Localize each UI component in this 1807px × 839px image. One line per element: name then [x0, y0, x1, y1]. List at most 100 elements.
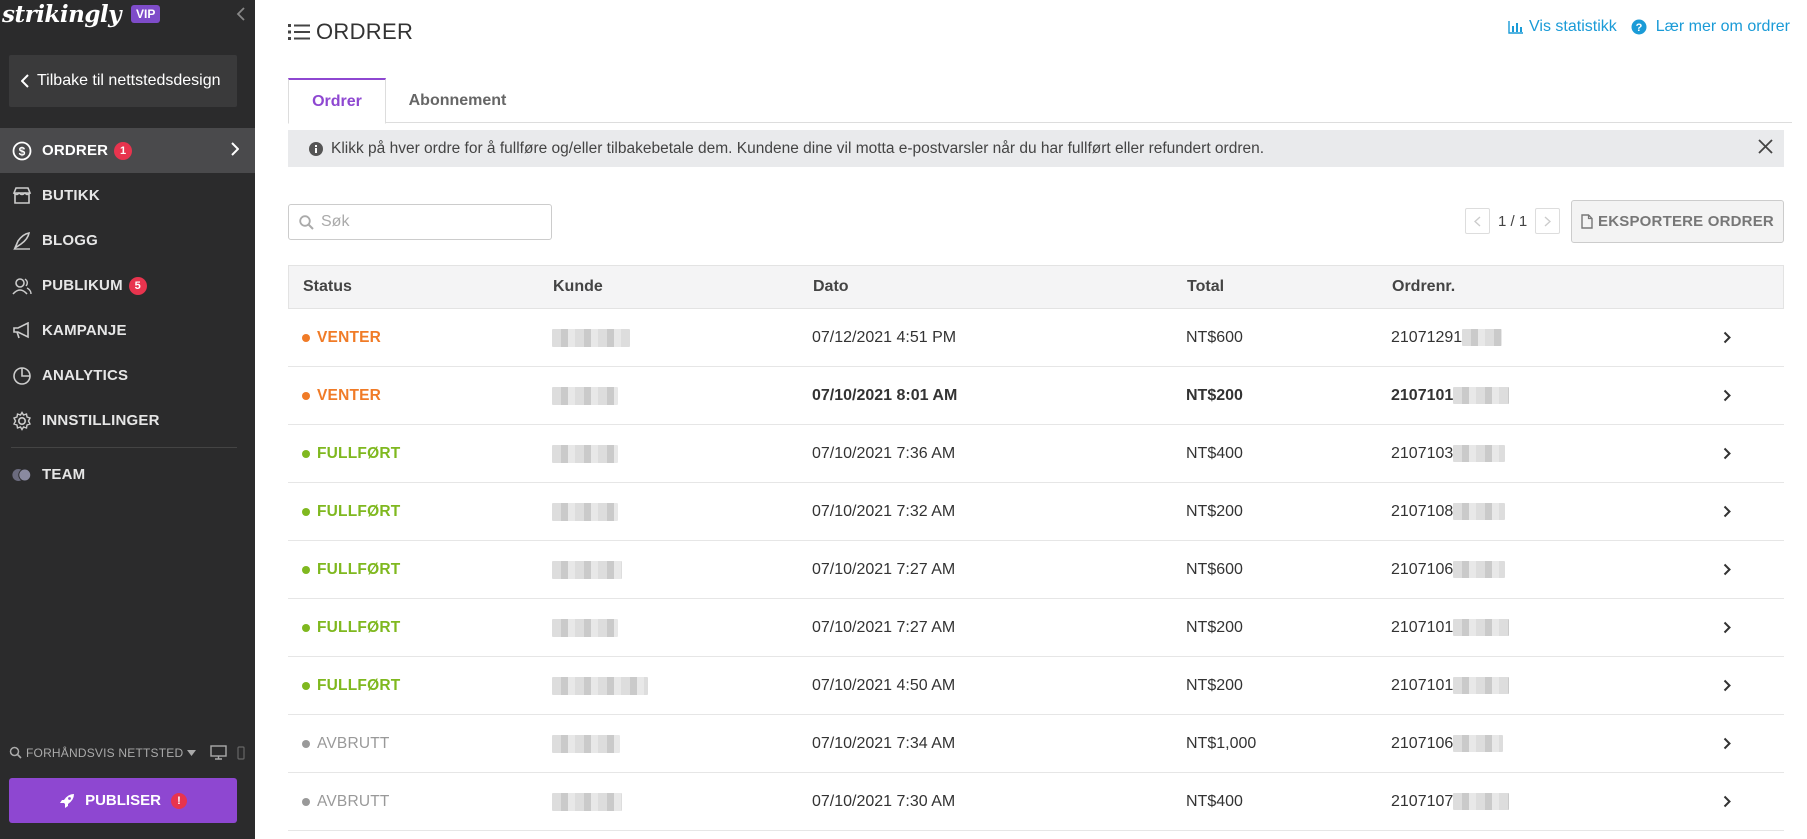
back-label: Tilbake til nettstedsdesign [37, 72, 221, 89]
sidebar-item-label: BLOGG [42, 232, 98, 249]
order-number-prefix: 2107107 [1391, 792, 1454, 810]
sidebar-item-ordrer[interactable]: $ ORDRER 1 [0, 128, 255, 173]
status-badge: FULLFØRT [302, 483, 400, 540]
table-row[interactable]: FULLFØRT 07/10/2021 7:27 AM NT$200 21071… [288, 599, 1784, 657]
order-number-prefix: 2107101 [1391, 618, 1454, 636]
team-avatars-icon [11, 464, 33, 486]
column-header-total[interactable]: Total [1187, 278, 1224, 296]
status-dot [302, 739, 310, 748]
learn-more-link[interactable]: ? Lær mer om ordrer [1631, 18, 1790, 36]
order-total: NT$600 [1186, 328, 1243, 346]
customer-name-redacted [552, 599, 618, 656]
sidebar-item-kampanje[interactable]: KAMPANJE [0, 308, 255, 353]
chevron-right-icon[interactable] [1723, 715, 1731, 772]
order-total: NT$1,000 [1186, 734, 1257, 752]
order-number-prefix: 2107103 [1391, 444, 1454, 462]
customer-name-redacted [552, 483, 618, 540]
close-banner-button[interactable] [1758, 139, 1773, 159]
list-icon [288, 23, 310, 41]
export-orders-button[interactable]: EKSPORTERE ORDRER [1571, 200, 1784, 243]
redacted-block [1462, 329, 1503, 346]
info-circle-icon [309, 141, 323, 156]
chevron-right-icon[interactable] [1723, 309, 1731, 366]
chevron-right-icon [1544, 215, 1552, 227]
redacted-block [1453, 793, 1510, 810]
orders-count-badge: 1 [114, 141, 133, 160]
chevron-right-icon[interactable] [1723, 599, 1731, 656]
chevron-right-icon[interactable] [1723, 367, 1731, 424]
status-badge: FULLFØRT [302, 599, 400, 656]
order-number: 2107101 [1391, 657, 1510, 714]
table-row[interactable]: VENTER 07/10/2021 8:01 AM NT$200 2107101 [288, 367, 1784, 425]
redacted-block [552, 792, 622, 811]
status-badge: VENTER [302, 309, 381, 366]
redacted-block [552, 444, 618, 463]
file-icon [1581, 214, 1593, 229]
order-number: 2107106 [1391, 715, 1504, 772]
orders-table: Status Kunde Dato Total Ordrenr. VENTER … [288, 265, 1784, 831]
search-input[interactable] [321, 213, 541, 231]
redacted-block [552, 560, 622, 579]
publish-alert-badge: ! [170, 792, 187, 809]
status-text: FULLFØRT [317, 618, 401, 636]
chevron-right-icon[interactable] [1723, 483, 1731, 540]
next-page-button[interactable] [1535, 208, 1561, 234]
publish-button[interactable]: PUBLISER ! [9, 778, 237, 823]
prev-page-button[interactable] [1465, 208, 1490, 234]
status-dot [302, 623, 310, 632]
sidebar-item-team[interactable]: TEAM [0, 452, 255, 497]
info-banner: Klikk på hver ordre for å fullføre og/el… [288, 130, 1784, 167]
back-to-design-button[interactable]: Tilbake til nettstedsdesign [9, 55, 237, 107]
sidebar-item-blogg[interactable]: BLOGG [0, 218, 255, 263]
status-dot [302, 333, 310, 342]
chevron-right-icon[interactable] [1723, 657, 1731, 714]
audience-count-badge: 5 [128, 276, 147, 295]
order-total: NT$200 [1186, 618, 1243, 636]
tab-abonnement[interactable]: Abonnement [386, 78, 529, 123]
column-header-date[interactable]: Dato [813, 278, 849, 296]
sidebar-item-innstillinger[interactable]: INNSTILLINGER [0, 398, 255, 443]
sidebar-item-publikum[interactable]: PUBLIKUM 5 [0, 263, 255, 308]
order-date: 07/10/2021 4:50 AM [812, 676, 956, 694]
status-badge: FULLFØRT [302, 425, 400, 482]
order-number-prefix: 2107106 [1391, 734, 1454, 752]
table-row[interactable]: FULLFØRT 07/10/2021 7:36 AM NT$400 21071… [288, 425, 1784, 483]
table-row[interactable]: AVBRUTT 07/10/2021 7:34 AM NT$1,000 2107… [288, 715, 1784, 773]
order-date: 07/12/2021 4:51 PM [812, 328, 957, 346]
table-row[interactable]: FULLFØRT 07/10/2021 4:50 AM NT$200 21071… [288, 657, 1784, 715]
view-statistics-link[interactable]: Vis statistikk [1508, 18, 1617, 36]
mobile-icon[interactable] [237, 745, 245, 760]
collapse-sidebar-button[interactable] [236, 6, 250, 24]
order-total: NT$200 [1186, 502, 1243, 520]
status-badge: FULLFØRT [302, 657, 400, 714]
chevron-right-icon[interactable] [1723, 425, 1731, 482]
status-dot [302, 449, 310, 458]
column-header-customer[interactable]: Kunde [553, 278, 603, 296]
column-header-order-number[interactable]: Ordrenr. [1392, 278, 1455, 296]
redacted-block [552, 386, 618, 405]
customer-name-redacted [552, 715, 620, 772]
column-header-status[interactable]: Status [303, 278, 352, 296]
sidebar-item-label: TEAM [42, 466, 86, 483]
export-orders-label: EKSPORTERE ORDRER [1598, 213, 1774, 230]
page-title-text: ORDRER [316, 19, 414, 44]
preview-site-control[interactable]: FORHÅNDSVIS NETTSTED [9, 745, 245, 760]
sidebar-item-butikk[interactable]: BUTIKK [0, 173, 255, 218]
tab-ordrer[interactable]: Ordrer [288, 78, 386, 124]
order-number-prefix: 21071291 [1391, 328, 1463, 346]
table-row[interactable]: VENTER 07/12/2021 4:51 PM NT$600 2107129… [288, 309, 1784, 367]
table-row[interactable]: FULLFØRT 07/10/2021 7:27 AM NT$600 21071… [288, 541, 1784, 599]
order-date: 07/10/2021 7:30 AM [812, 792, 956, 810]
order-number: 2107108 [1391, 483, 1506, 540]
table-row[interactable]: AVBRUTT 07/10/2021 7:30 AM NT$400 210710… [288, 773, 1784, 831]
table-row[interactable]: FULLFØRT 07/10/2021 7:32 AM NT$200 21071… [288, 483, 1784, 541]
chevron-right-icon[interactable] [1723, 773, 1731, 830]
close-icon [1758, 139, 1773, 154]
desktop-icon[interactable] [210, 745, 228, 760]
publish-label: PUBLISER [85, 792, 161, 809]
sidebar-item-analytics[interactable]: ANALYTICS [0, 353, 255, 398]
chevron-right-icon[interactable] [1723, 541, 1731, 598]
customer-name-redacted [552, 773, 622, 830]
order-total: NT$400 [1186, 444, 1243, 462]
info-banner-text: Klikk på hver ordre for å fullføre og/el… [331, 139, 1265, 157]
